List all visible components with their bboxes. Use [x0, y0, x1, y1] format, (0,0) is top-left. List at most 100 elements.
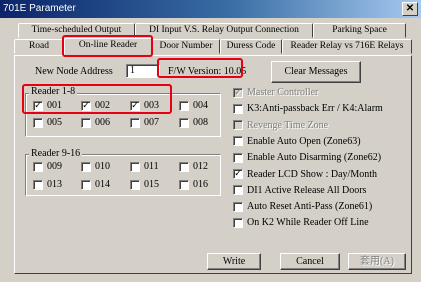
reader-005-checkbox[interactable]: 005	[33, 117, 62, 128]
option-checkbox-5[interactable]: ✓ Reader LCD Show : Day/Month	[233, 169, 377, 180]
checkbox-box	[179, 100, 189, 111]
tab-label: Time-scheduled Output	[31, 25, 122, 35]
clear-messages-button[interactable]: Clear Messages	[271, 61, 361, 83]
checkbox-label: 011	[144, 161, 159, 172]
checkbox-box	[179, 117, 189, 128]
reader-010-checkbox[interactable]: 010	[81, 161, 110, 172]
reader-007-checkbox[interactable]: 007	[130, 117, 159, 128]
node-address-label: New Node Address	[35, 66, 113, 77]
checkbox-box	[130, 179, 140, 190]
option-checkbox-8[interactable]: On K2 While Reader Off Line	[233, 217, 369, 228]
tab-label: Door Number	[159, 41, 213, 51]
checkbox-box	[233, 120, 243, 131]
checkbox-box	[81, 117, 91, 128]
write-label: Write	[222, 256, 246, 267]
checkbox-box	[233, 152, 243, 163]
tab-reader-relay-vs-716e-relays[interactable]: Reader Relay vs 716E Relays	[282, 39, 412, 54]
reader-002-checkbox[interactable]: ✓ 002	[81, 100, 110, 111]
checkbox-label: 012	[193, 161, 208, 172]
write-button[interactable]: Write	[207, 253, 261, 270]
option-checkbox-6[interactable]: DI1 Active Release All Doors	[233, 185, 366, 196]
tab-on-line-reader[interactable]: On-line Reader	[64, 38, 152, 55]
option-checkbox-7[interactable]: Auto Reset Anti-Pass (Zone61)	[233, 201, 372, 212]
tab-door-number[interactable]: Door Number	[152, 39, 220, 54]
clear-messages-label: Clear Messages	[284, 66, 348, 77]
reader-012-checkbox[interactable]: 012	[179, 161, 208, 172]
checkmark-icon: ✓	[33, 100, 43, 111]
checkbox-label: K3:Anti-passback Err / K4:Alarm	[247, 103, 383, 115]
tab-label: DI Input V.S. Relay Output Connection	[149, 25, 299, 35]
checkbox-box	[233, 185, 243, 196]
checkbox-box	[33, 161, 43, 172]
checkbox-label: Revenge Time Zone	[247, 119, 329, 131]
reader-001-checkbox[interactable]: ✓ 001	[33, 100, 62, 111]
window-title: 701E Parameter	[3, 3, 76, 14]
reader-008-checkbox[interactable]: 008	[179, 117, 208, 128]
checkbox-label: 010	[95, 161, 110, 172]
option-checkbox-1[interactable]: K3:Anti-passback Err / K4:Alarm	[233, 103, 383, 114]
tab-di-input-relay-connection[interactable]: DI Input V.S. Relay Output Connection	[135, 23, 313, 38]
tab-parking-space[interactable]: Parking Space	[313, 23, 406, 38]
cancel-button[interactable]: Cancel	[280, 253, 340, 270]
reader-004-checkbox[interactable]: 004	[179, 100, 208, 111]
checkmark-icon: ✓	[233, 87, 243, 98]
checkbox-box	[233, 201, 243, 212]
tab-label: On-line Reader	[78, 40, 138, 50]
checkbox-label: 004	[193, 100, 208, 111]
checkbox-label: 002	[95, 100, 110, 111]
checkmark-icon: ✓	[130, 100, 140, 111]
reader-013-checkbox[interactable]: 013	[33, 179, 62, 190]
apply-button[interactable]: 套用(A)	[348, 253, 406, 270]
option-checkbox-3[interactable]: Enable Auto Open (Zone63)	[233, 136, 361, 147]
tab-time-scheduled-output[interactable]: Time-scheduled Output	[18, 23, 135, 38]
checkbox-label: 003	[144, 100, 159, 111]
tab-label: Duress Code	[226, 41, 276, 51]
checkbox-label: 014	[95, 179, 110, 190]
checkbox-label: 005	[47, 117, 62, 128]
checkbox-box	[179, 161, 189, 172]
checkbox-box	[233, 136, 243, 147]
checkbox-box	[233, 103, 243, 114]
title-bar: 701E Parameter ✕	[0, 0, 421, 18]
checkbox-box	[130, 117, 140, 128]
checkbox-label: 001	[47, 100, 62, 111]
checkbox-label: 009	[47, 161, 62, 172]
reader-1-8-title: Reader 1-8	[29, 86, 78, 97]
checkbox-box	[33, 179, 43, 190]
checkbox-box	[81, 179, 91, 190]
reader-009-checkbox[interactable]: 009	[33, 161, 62, 172]
checkbox-label: Enable Auto Open (Zone63)	[247, 135, 361, 147]
close-icon: ✕	[405, 3, 415, 14]
option-checkbox-2: Revenge Time Zone	[233, 120, 328, 131]
reader-015-checkbox[interactable]: 015	[130, 179, 159, 190]
checkbox-label: 006	[95, 117, 110, 128]
reader-016-checkbox[interactable]: 016	[179, 179, 208, 190]
checkbox-label: Master Controller	[247, 87, 319, 98]
tab-label: Road	[28, 41, 50, 51]
option-checkbox-4[interactable]: Enable Auto Disarming (Zone62)	[233, 152, 381, 163]
on-line-reader-panel: New Node Address 1 F/W Version: 10.05 Cl…	[14, 55, 412, 274]
apply-label: 套用(A)	[360, 256, 394, 267]
checkbox-label: Reader LCD Show : Day/Month	[247, 168, 377, 180]
checkbox-label: On K2 While Reader Off Line	[247, 217, 369, 229]
reader-011-checkbox[interactable]: 011	[130, 161, 159, 172]
close-button[interactable]: ✕	[402, 2, 418, 16]
reader-003-checkbox[interactable]: ✓ 003	[130, 100, 159, 111]
parameter-window: 701E Parameter ✕ Time-scheduled Output D…	[0, 0, 421, 282]
checkbox-box	[233, 217, 243, 228]
checkbox-label: 016	[193, 179, 208, 190]
tab-road[interactable]: Road	[14, 39, 64, 54]
checkbox-label: 007	[144, 117, 159, 128]
tab-label: Reader Relay vs 716E Relays	[290, 41, 404, 51]
cancel-label: Cancel	[296, 256, 324, 267]
checkbox-box	[81, 161, 91, 172]
tab-duress-code[interactable]: Duress Code	[220, 39, 282, 54]
checkbox-label: 013	[47, 179, 62, 190]
node-address-input[interactable]: 1	[126, 64, 160, 78]
fw-version-text: F/W Version: 10.05	[168, 66, 247, 77]
reader-014-checkbox[interactable]: 014	[81, 179, 110, 190]
checkbox-box	[33, 117, 43, 128]
node-address-value: 1	[130, 65, 135, 76]
reader-006-checkbox[interactable]: 006	[81, 117, 110, 128]
checkbox-box	[130, 161, 140, 172]
